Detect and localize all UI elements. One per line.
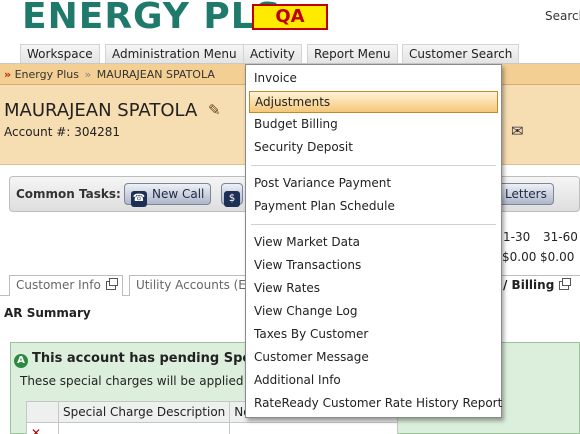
tab-customer-info[interactable]: Customer Info <box>9 275 123 296</box>
popout-icon[interactable] <box>559 278 572 290</box>
menu-administration[interactable]: Administration Menu <box>105 44 244 63</box>
alert-icon: A <box>14 354 28 368</box>
phone-icon: ☎ <box>131 191 147 207</box>
account-number: Account #: 304281 <box>4 125 120 139</box>
edit-pencil-icon[interactable]: ✎ <box>208 101 221 119</box>
logo-text: ENERGY PL <box>22 0 255 37</box>
menu-item-security-deposit[interactable]: Security Deposit <box>249 137 498 159</box>
qa-environment-badge: QA <box>252 4 328 30</box>
menu-item-view-market-data[interactable]: View Market Data <box>249 232 498 254</box>
tab-customer-info-label: Customer Info <box>16 278 101 292</box>
aging-header-1-30: 1-30 <box>503 230 531 244</box>
breadcrumb-root[interactable]: Energy Plus <box>15 68 79 81</box>
breadcrumb-separator-icon: » <box>84 68 92 81</box>
menu-item-view-transactions[interactable]: View Transactions <box>249 255 498 277</box>
mail-icon[interactable]: ✉ <box>511 122 524 140</box>
breadcrumb-current: MAURAJEAN SPATOLA <box>96 68 215 81</box>
menu-item-view-rates[interactable]: View Rates <box>249 278 498 300</box>
column-header-action <box>26 401 59 423</box>
task-button-partial[interactable]: $ <box>221 183 243 207</box>
header: ENERGY PLS QA Search <box>0 0 580 42</box>
letters-button[interactable]: Letters <box>498 183 554 205</box>
main-menubar: Workspace Administration Menu Activity R… <box>0 42 580 64</box>
search-link[interactable]: Search <box>545 9 580 23</box>
account-number-value: 304281 <box>74 125 121 139</box>
activity-dropdown-menu: Invoice Adjustments Budget Billing Secur… <box>245 64 502 418</box>
table-cell <box>57 422 231 434</box>
new-call-label: New Call <box>152 187 205 201</box>
pending-charges-title: A This account has pending Specia <box>14 351 272 368</box>
energy-plus-logo[interactable]: ENERGY PLS <box>22 0 282 37</box>
pending-charges-text: These special charges will be applied to <box>20 374 260 388</box>
aging-header-31-60: 31-60 <box>543 230 578 244</box>
menu-item-rateready-rate-history[interactable]: RateReady Customer Rate History Report <box>249 393 502 415</box>
aging-value-31-60: $0.00 <box>540 250 575 264</box>
menu-item-additional-info[interactable]: Additional Info <box>249 370 498 392</box>
tab-utility-accounts[interactable]: Utility Accounts (ES <box>129 275 249 296</box>
menu-item-payment-plan-schedule[interactable]: Payment Plan Schedule <box>249 196 498 218</box>
menu-item-customer-message[interactable]: Customer Message <box>249 347 498 369</box>
menu-activity[interactable]: Activity <box>243 44 302 63</box>
table-row: ✕ <box>26 422 398 434</box>
menu-report[interactable]: Report Menu <box>307 44 398 63</box>
menu-customer-search[interactable]: Customer Search <box>402 44 520 63</box>
menu-item-adjustments[interactable]: Adjustments <box>249 91 498 113</box>
table-cell <box>229 422 398 434</box>
column-header-description: Special Charge Description <box>57 401 231 423</box>
menu-item-view-change-log[interactable]: View Change Log <box>249 301 498 323</box>
aging-value-1-30: $0.00 <box>502 250 537 264</box>
common-tasks-label: Common Tasks: <box>16 187 121 201</box>
menu-separator <box>251 224 496 225</box>
menu-item-taxes-by-customer[interactable]: Taxes By Customer <box>249 324 498 346</box>
menu-workspace[interactable]: Workspace <box>20 44 100 63</box>
popout-icon[interactable] <box>105 278 118 290</box>
delete-icon[interactable]: ✕ <box>26 422 59 434</box>
menu-item-post-variance-payment[interactable]: Post Variance Payment <box>249 173 498 195</box>
menu-separator <box>251 165 496 166</box>
account-name: MAURAJEAN SPATOLA <box>4 100 198 121</box>
tab-billing-label: / Billing <box>503 278 555 292</box>
ar-summary-heading: AR Summary <box>4 306 91 320</box>
account-number-label: Account #: <box>4 125 71 139</box>
menu-item-invoice[interactable]: Invoice <box>249 68 498 90</box>
pending-title-text: This account has pending Specia <box>32 351 273 366</box>
menu-item-budget-billing[interactable]: Budget Billing <box>249 114 498 136</box>
breadcrumb-chevron-icon: » <box>4 68 12 81</box>
money-icon: $ <box>224 191 240 207</box>
new-call-button[interactable]: ☎ New Call <box>124 183 212 207</box>
tab-billing[interactable]: / Billing <box>496 275 580 296</box>
